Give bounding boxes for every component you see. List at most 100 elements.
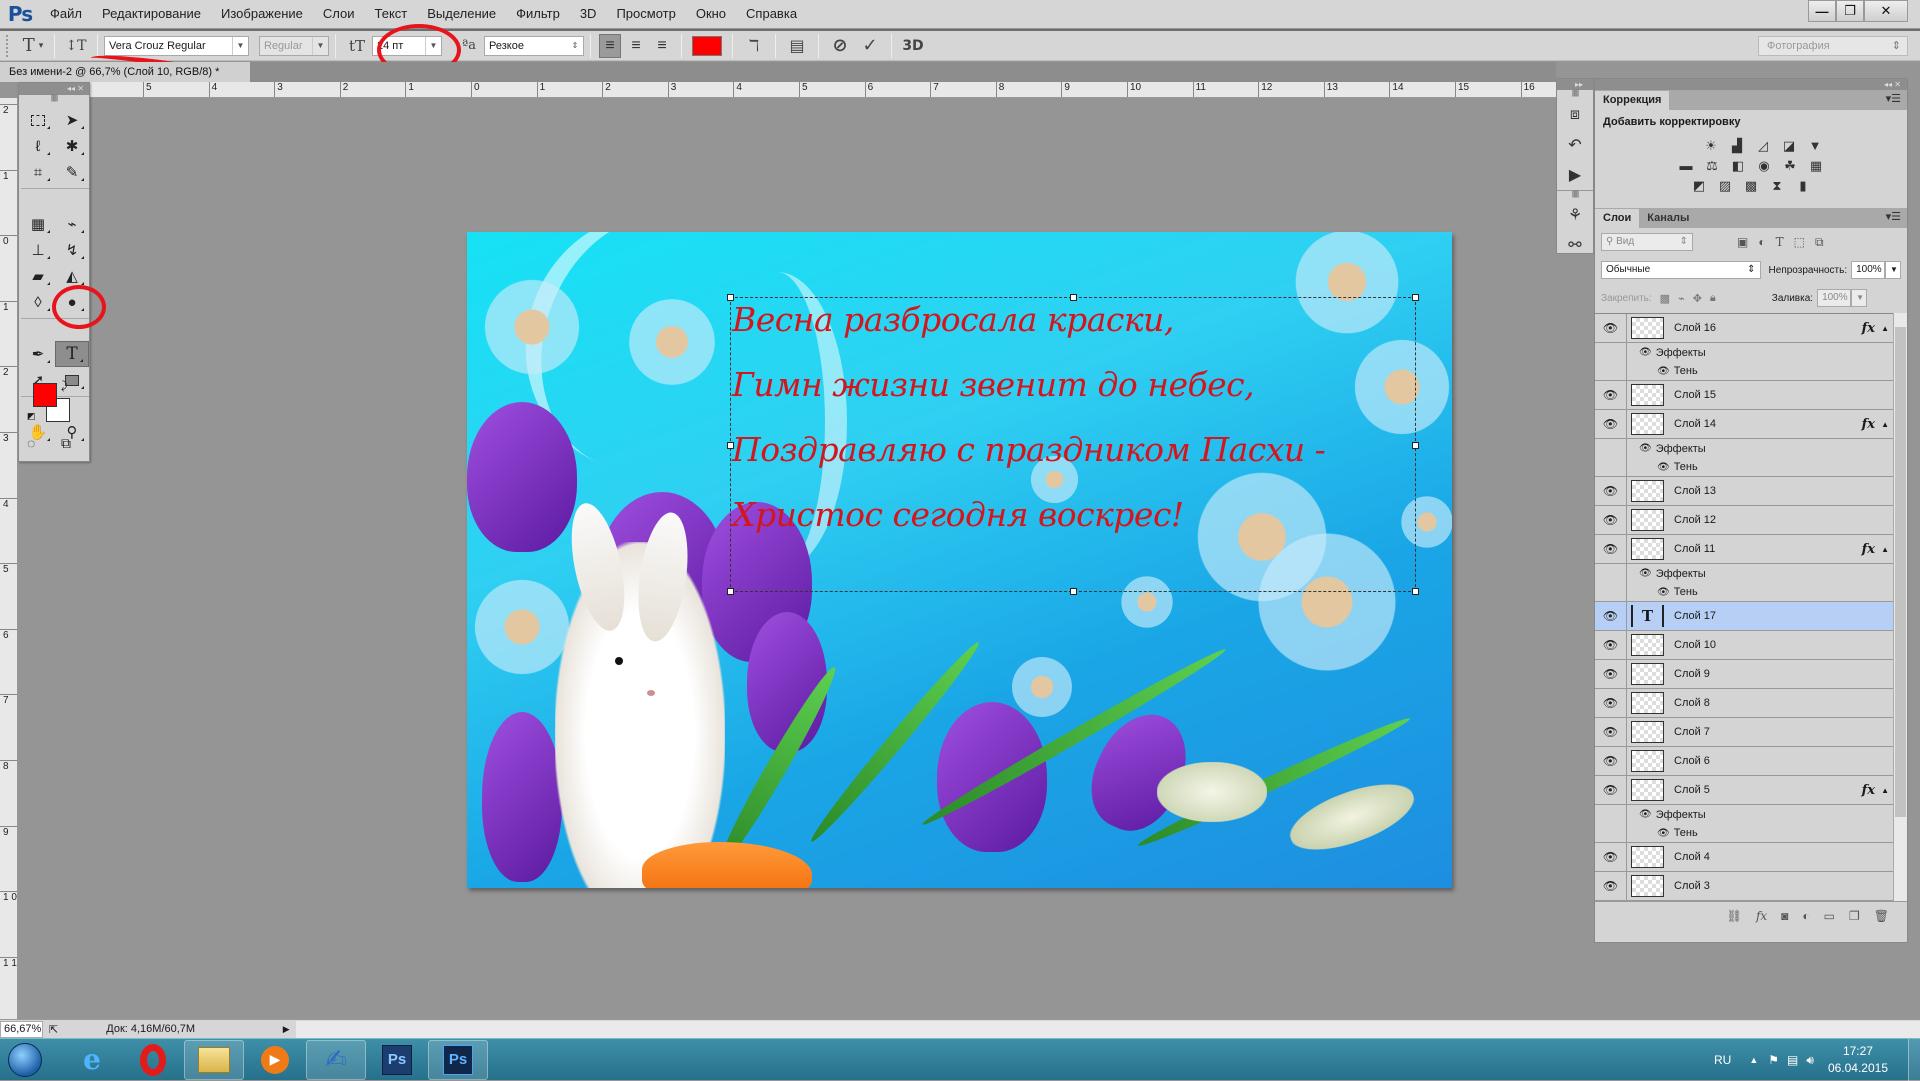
layer-row[interactable]: 👁︎ T Слой 17 (1595, 602, 1893, 631)
clock[interactable]: 17:27 06.04.2015 (1828, 1043, 1888, 1077)
visibility-eye-icon[interactable]: 👁︎ (1595, 843, 1627, 871)
threshold-icon[interactable]: ▩ (1742, 178, 1760, 194)
menu-item[interactable]: Фильтр (506, 0, 570, 28)
brush-tool[interactable]: ⌁ (55, 211, 89, 237)
clone-stamp-tool[interactable]: ⊥ (21, 237, 55, 263)
font-style-select[interactable]: Regular ▼ (259, 35, 329, 56)
eraser-tool[interactable]: ▰ (21, 263, 55, 289)
effect-eye-icon[interactable]: 👁︎ (1657, 462, 1670, 473)
antialias-select[interactable]: Резкое ⇕ (484, 35, 584, 56)
workspace-select[interactable]: Фотография ⇕ (1758, 36, 1908, 56)
action-center-icon[interactable]: ⚑ (1768, 1053, 1779, 1067)
visibility-eye-icon[interactable]: 👁︎ (1595, 381, 1627, 409)
visibility-eye-icon[interactable]: 👁︎ (1595, 631, 1627, 659)
vibrance-icon[interactable]: ▼ (1806, 138, 1824, 154)
language-indicator[interactable]: RU (1714, 1053, 1731, 1067)
menu-item[interactable]: Справка (736, 0, 807, 28)
transform-handle[interactable] (727, 588, 734, 595)
lock-all-icon[interactable]: 🔒︎ (1710, 292, 1716, 305)
taskbar-opera[interactable] (123, 1040, 183, 1080)
show-desktop-button[interactable] (1908, 1039, 1920, 1081)
tab-channels[interactable]: Каналы (1639, 209, 1697, 228)
layer-row[interactable]: 👁︎ Слой 14 fx ▲ (1595, 410, 1893, 439)
visibility-eye-icon[interactable]: 👁︎ (1595, 718, 1627, 746)
layers-scrollbar[interactable] (1893, 313, 1907, 901)
tools-panel-header[interactable]: ◂◂ ✕ (19, 83, 89, 95)
black-white-icon[interactable]: ◧ (1729, 158, 1747, 174)
effect-eye-icon[interactable]: 👁︎ (1639, 443, 1652, 454)
add-style-icon[interactable]: fx (1756, 909, 1767, 923)
fx-icon[interactable]: fx (1862, 321, 1875, 336)
show-hidden-icons[interactable]: ▲ (1749, 1055, 1758, 1065)
curves-icon[interactable]: ◿ (1754, 138, 1772, 154)
quick-mask-icon[interactable]: ◌ (27, 435, 35, 451)
commit-icon[interactable]: ✓ (858, 34, 882, 58)
menu-item[interactable]: Файл (40, 0, 92, 28)
layer-shadow-row[interactable]: 👁︎ Тень (1595, 824, 1893, 843)
panel-menu-icon[interactable]: ▾☰ (1886, 92, 1901, 105)
align-left-button[interactable]: ≡ (599, 33, 621, 58)
panels-header[interactable]: ◂◂ ✕ (1595, 79, 1907, 90)
blend-mode-select[interactable]: Обычные ⇕ (1601, 261, 1761, 279)
menu-item[interactable]: Просмотр (606, 0, 685, 28)
gradient-map-icon[interactable]: ▮ (1794, 178, 1812, 194)
visibility-eye-icon[interactable]: 👁︎ (1595, 689, 1627, 717)
tab-layers[interactable]: Слои (1595, 209, 1640, 228)
taskbar-ie[interactable]: e (62, 1040, 122, 1080)
restore-button[interactable]: ❐ (1836, 0, 1864, 22)
effect-eye-icon[interactable]: 👁︎ (1657, 828, 1670, 839)
layer-row[interactable]: 👁︎ Слой 3 (1595, 872, 1893, 901)
visibility-eye-icon[interactable]: 👁︎ (1595, 506, 1627, 534)
dock-header[interactable]: ▸▸ (1557, 79, 1593, 90)
effect-eye-icon[interactable]: 👁︎ (1657, 366, 1670, 377)
layer-row[interactable]: 👁︎ Слой 6 (1595, 747, 1893, 776)
effect-eye-icon[interactable]: 👁︎ (1639, 809, 1652, 820)
brightness-contrast-icon[interactable]: ☀ (1702, 138, 1720, 154)
photo-filter-icon[interactable]: ◉ (1755, 158, 1773, 174)
filter-type-icon[interactable]: T (1776, 235, 1784, 250)
marquee-tool[interactable] (21, 107, 55, 133)
taskbar-media-player[interactable]: ▶ (245, 1040, 305, 1080)
visibility-eye-icon[interactable]: 👁︎ (1595, 410, 1627, 438)
visibility-eye-icon[interactable]: 👁︎ (1595, 747, 1627, 775)
panel-grip[interactable]: |||||||| (1557, 90, 1593, 100)
panel-menu-icon[interactable]: ▾☰ (1886, 210, 1901, 223)
3d-panel-icon[interactable]: ⧈ (1557, 100, 1593, 130)
move-tool[interactable]: ➤ (55, 107, 89, 133)
character-panel-icon[interactable]: ▤ (785, 34, 809, 58)
layer-row[interactable]: 👁︎ Слой 10 (1595, 631, 1893, 660)
color-balance-icon[interactable]: ⚖ (1703, 158, 1721, 174)
vertical-ruler[interactable]: 2101234567891 01 1 (0, 98, 18, 1019)
expand-effects-icon[interactable]: ▲ (1881, 545, 1889, 554)
expand-effects-icon[interactable]: ▲ (1881, 324, 1889, 333)
horizontal-scrollbar[interactable] (295, 1020, 1920, 1038)
channel-mixer-icon[interactable]: ☘ (1781, 158, 1799, 174)
visibility-eye-icon[interactable]: 👁︎ (1595, 314, 1627, 342)
layer-shadow-row[interactable]: 👁︎ Тень (1595, 583, 1893, 602)
horizontal-ruler[interactable]: 5 4 3 2 1 0 1 2 3 4 5 6 7 8 9 10 11 12 13 14 15 16 (18, 82, 1556, 98)
opacity-dropdown[interactable]: ▼ (1885, 261, 1901, 279)
transform-handle[interactable] (1070, 588, 1077, 595)
layer-shadow-row[interactable]: 👁︎ Тень (1595, 458, 1893, 477)
status-menu-arrow[interactable]: ▶ (283, 1024, 290, 1035)
type-tool-preset-icon[interactable]: T ▾ (21, 34, 45, 58)
add-mask-icon[interactable]: ◙ (1781, 909, 1788, 923)
eyedropper-tool[interactable]: ✎ (55, 159, 89, 185)
history-panel-icon[interactable]: ↶ (1557, 130, 1593, 160)
visibility-eye-icon[interactable]: 👁︎ (1595, 477, 1627, 505)
crop-tool[interactable]: ⌗ (21, 159, 55, 185)
history-brush-tool[interactable]: ↯ (55, 237, 89, 263)
taskbar-photoshop[interactable]: Ps (367, 1040, 427, 1080)
effect-eye-icon[interactable]: 👁︎ (1639, 568, 1652, 579)
exposure-icon[interactable]: ◪ (1780, 138, 1798, 154)
lock-pixels-icon[interactable]: ⌁ (1678, 292, 1685, 305)
panel-grip[interactable]: |||||||| (1557, 190, 1593, 200)
layer-filter-select[interactable]: ⚲ Вид ⇕ (1601, 233, 1693, 251)
visibility-eye-icon[interactable]: 👁︎ (1595, 535, 1627, 563)
filter-adjustment-icon[interactable]: ◐ (1758, 235, 1765, 250)
new-adjustment-icon[interactable]: ◐ (1802, 909, 1809, 923)
new-layer-icon[interactable]: ❐ (1849, 909, 1860, 923)
lock-position-icon[interactable]: ✥ (1693, 292, 1702, 305)
fx-icon[interactable]: fx (1862, 783, 1875, 798)
document-canvas[interactable]: Весна разбросала краски, Гимн жизни звен… (467, 232, 1452, 888)
